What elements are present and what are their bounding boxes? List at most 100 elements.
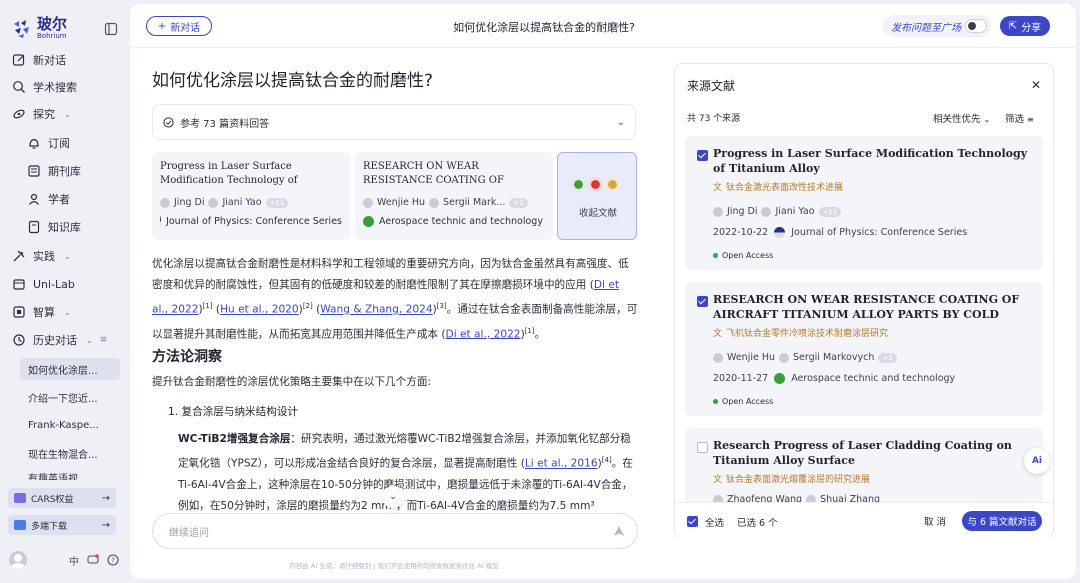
source-title: Research Progress of Laser Cladding Coat… [713,439,1012,467]
sidebar-item-practice[interactable]: 实践 ⌄ [12,244,71,268]
journal-name: Aerospace technic and technology [379,216,543,227]
source-checkbox[interactable] [697,296,708,307]
multi-device-download-banner[interactable]: 多端下载 → [8,515,116,535]
sidebar-item-history[interactable]: 历史对话 ⌄ ≡ [12,328,107,352]
publish-date: 2020-11-27 [713,373,769,384]
open-access-dot-icon [713,399,718,404]
history-item[interactable]: 现在生物混合... [20,442,120,464]
send-icon[interactable] [613,525,625,537]
history-item[interactable]: 有趣英语视... [20,470,120,480]
source-item[interactable]: RESEARCH ON WEAR RESISTANCE COATING OF A… [685,282,1043,416]
lab-icon [13,279,25,290]
history-item[interactable]: 介绍一下您近... [20,386,120,408]
filter-label: 筛选 [1005,114,1025,125]
sidebar-item-scholars[interactable]: 学者 [27,187,70,211]
sidebar-item-journals[interactable]: 期刊库 [27,159,81,183]
check-circle-icon [163,116,174,128]
citation-link[interactable]: Wang & Zhang, 2024 [320,304,432,316]
sources-count: 共 73 个来源 [687,114,741,124]
chat-with-sources-button[interactable]: 与 6 篇文献对话 [962,511,1042,531]
bold-term: WC-TiB2增强复合涂层 [178,433,291,445]
sidebar-item-label: 订阅 [48,137,70,150]
source-checkbox[interactable] [697,442,708,453]
author-name: Jing Di [727,206,758,217]
author-avatar [363,197,373,208]
history-item[interactable]: Frank-Kaspe... [20,414,120,436]
sidebar-collapse-icon[interactable] [104,22,118,36]
author-avatar [429,197,440,208]
share-button[interactable]: ⇱ 分享 [1000,16,1050,36]
bell-icon [29,138,39,149]
ai-assistant-button[interactable]: Ai [1024,448,1050,474]
collapse-references-button[interactable]: 收起文献 [557,152,637,240]
select-all-label[interactable]: 全选 [705,515,724,529]
close-icon[interactable]: ✕ [1031,78,1041,92]
brand-name: 玻尔 [37,15,68,33]
references-summary[interactable]: 参考 73 篇资料回答 ⌄ [152,104,636,140]
filter-button[interactable]: 筛选 ≡ [1005,111,1034,125]
toggle-switch[interactable] [965,19,987,33]
publish-to-square-toggle[interactable]: 发布问题至广场 [883,15,991,37]
brand-logo[interactable]: 玻尔 Bohrium [12,17,67,40]
sort-dropdown[interactable]: 相关性优先 ⌄ [933,111,990,125]
reference-card[interactable]: RESEARCH ON WEAR RESISTANCE COATING OF A… [355,152,553,240]
sidebar-item-subscribe[interactable]: 订阅 [27,131,70,155]
sidebar-item-compute[interactable]: 智算 ⌄ [12,300,71,324]
source-checkbox[interactable] [697,150,708,161]
input-placeholder: 继续追问 [169,527,209,539]
sidebar-item-uni-lab[interactable]: Uni-Lab [12,272,75,296]
reference-card-journal: Aerospace technic and technology [363,216,545,227]
avatar[interactable] [9,551,27,569]
reference-card[interactable]: Progress in Laser Surface Modification T… [152,152,350,240]
sidebar: 玻尔 Bohrium 新对话 学术搜索 探究 ⌄ 订阅 期刊库 学者 知识库 实… [0,0,128,583]
cancel-button[interactable]: 取 消 [915,511,955,531]
message-icon[interactable] [87,554,99,566]
journal-logo-icon [774,227,786,238]
chevron-down-icon: ⌄ [983,115,991,124]
citation-index: [3] [436,302,447,310]
sidebar-item-explore[interactable]: 探究 ⌄ [12,102,71,126]
ai-disclaimer: 内容由 AI 生成，请仔细甄别 | 我们不会使用你的搜索数据来优化 AI 模型 [289,562,499,570]
answer-paragraph: 优化涂层以提高钛合金耐磨性是材料科学和工程领域的重要研究方向，因为钛合金虽然具有… [152,258,638,341]
sidebar-item-knowledge-base[interactable]: 知识库 [27,215,81,239]
sort-label: 相关性优先 [933,114,981,125]
journal-logo-icon [605,177,620,192]
sidebar-item-academic-search[interactable]: 学术搜索 [12,75,77,99]
bohrium-logo-icon [14,19,29,38]
citation-link[interactable]: Di et al., 2022 [446,328,521,340]
sidebar-item-new-chat[interactable]: 新对话 [12,48,66,72]
more-authors-badge: +3 [878,352,897,363]
arrow-right-icon: → [101,519,110,531]
history-item-active[interactable]: 如何优化涂层... [20,358,120,380]
question-title: 如何优化涂层以提高钛合金的耐磨性? [152,71,434,91]
source-translation: 文钛合金表面激光熔覆涂层的研究进展 [713,472,870,485]
scroll-down-button[interactable]: ⌄ [382,486,404,508]
follow-up-input[interactable]: 继续追问 [152,513,638,549]
citation-index: [1] [524,326,535,335]
author-avatar [779,352,790,363]
citation-link[interactable]: Li et al., 2016 [525,458,598,470]
sidebar-item-label: 智算 [33,306,55,319]
author-name: Shuai Zhang [820,494,881,502]
sidebar-item-label: 新对话 [33,54,66,67]
source-item[interactable]: Progress in Laser Surface Modification T… [685,136,1043,270]
source-item[interactable]: Research Progress of Laser Cladding Coat… [685,428,1043,502]
open-access-label: Open Access [722,251,774,260]
open-access-dot-icon [713,253,718,258]
sidebar-item-label: 期刊库 [48,165,81,178]
translate-icon: 文 [713,475,723,485]
help-icon[interactable]: ? [107,554,119,566]
chevron-down-icon: ⌄ [86,335,93,345]
sidebar-item-label: 学术搜索 [33,81,77,94]
author-name: Jiani Yao [222,197,262,208]
filter-icon: ≡ [1027,115,1034,124]
reference-card-authors: Wenjie Hu Sergii Mark... +3 [363,197,545,208]
section-intro: 提升钛合金耐磨性的涂层优化策略主要集中在以下几个方面: [152,376,432,388]
select-all-checkbox[interactable] [687,516,698,527]
journal-logo-icon [588,177,603,192]
language-switch[interactable]: 中 [69,553,79,568]
list-icon[interactable]: ≡ [100,335,108,345]
explore-icon [13,109,25,119]
cars-benefits-banner[interactable]: CARS权益 → [8,488,116,508]
citation-link[interactable]: Hu et al., 2020 [220,304,299,316]
